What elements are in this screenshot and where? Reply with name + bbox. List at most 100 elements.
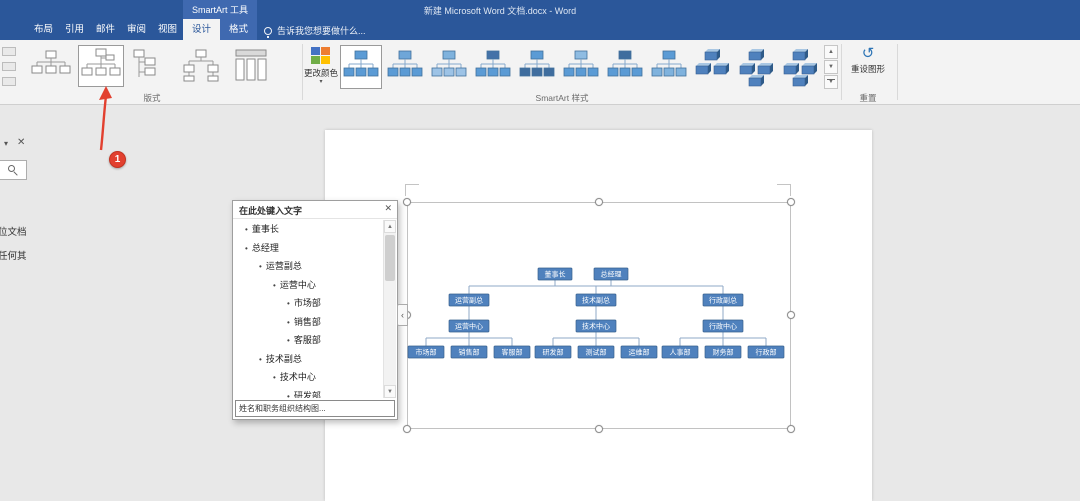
text-pane-close-icon[interactable]: ✕	[384, 203, 392, 214]
text-pane-item-label: 客服部	[293, 335, 321, 345]
reset-icon: ↺	[861, 45, 875, 62]
reset-graphic-button[interactable]: ↺ 重设图形	[845, 44, 891, 94]
text-pane-item[interactable]: • 客服部	[233, 331, 382, 350]
selection-handle[interactable]	[595, 425, 603, 433]
bullet-icon: •	[273, 373, 276, 382]
ribbon-contextual-tabs: 设计 格式	[183, 19, 257, 40]
text-pane-footer: 姓名和职务组织结构图...	[235, 400, 395, 417]
layouts-group-label: 版式	[143, 93, 161, 103]
selection-handle[interactable]	[787, 425, 795, 433]
tab-格式[interactable]: 格式	[220, 19, 257, 40]
smartart-style-option-3[interactable]	[428, 45, 470, 89]
smartart-style-option-1[interactable]	[340, 45, 382, 89]
ribbon: 版式 更改颜色 ▾ ▲ ▼ ▼ SmartArt 样式 ↺ 重设图形 重置	[0, 40, 1080, 105]
reset-group-label: 重置	[859, 93, 877, 103]
text-pane-item[interactable]: • 董事长	[233, 220, 382, 239]
titlebar: SmartArt 工具 新建 Microsoft Word 文档.docx - …	[0, 0, 1080, 40]
dropdown-icon: ▾	[319, 79, 323, 85]
text-pane-item-label: 运营中心	[279, 279, 316, 290]
selection-handle[interactable]	[787, 311, 795, 319]
tab-引用[interactable]: 引用	[59, 19, 90, 40]
smartart-style-option-6[interactable]	[560, 45, 602, 89]
nav-search-box[interactable]	[0, 160, 27, 180]
text-pane-item[interactable]: • 技术中心	[233, 368, 382, 387]
smartart-style-option-8[interactable]	[648, 45, 690, 89]
org-node-label: 运营副总	[455, 296, 483, 305]
org-node-label: 董事长	[545, 270, 566, 279]
group-divider	[302, 44, 303, 100]
selection-handle[interactable]	[595, 198, 603, 206]
gallery-up-button[interactable]: ▲	[824, 45, 838, 59]
org-node-label: 人事部	[670, 348, 691, 357]
org-node-label: 市场部	[416, 348, 437, 357]
bullet-icon: •	[245, 243, 248, 253]
layout-option-3[interactable]	[128, 45, 174, 87]
selection-handle[interactable]	[403, 425, 411, 433]
styles-group-label: SmartArt 样式	[535, 93, 589, 103]
ribbon-main-tabs: 布局 引用 邮件 审阅 视图	[28, 19, 183, 40]
text-pane-item[interactable]: • 运营副总	[233, 257, 382, 276]
selection-handle[interactable]	[403, 198, 411, 206]
smartart-style-option-10[interactable]	[736, 45, 778, 89]
bullet-icon: •	[259, 262, 262, 271]
gallery-more-button[interactable]: ▼	[824, 75, 838, 89]
scroll-up-icon[interactable]: ▲	[384, 220, 396, 233]
layout-option-5[interactable]	[228, 45, 274, 87]
text-pane-item[interactable]: • 总经理	[233, 239, 382, 258]
bullet-icon: •	[287, 391, 290, 399]
layout-option-2[interactable]	[78, 45, 124, 87]
scrollbar-thumb[interactable]	[385, 235, 395, 281]
smartart-style-option-2[interactable]	[384, 45, 426, 89]
gallery-down-button[interactable]: ▼	[824, 60, 838, 74]
scroll-down-icon[interactable]: ▼	[384, 385, 396, 398]
bullet-icon: •	[287, 299, 290, 308]
nav-text-fragment: 位文档	[0, 227, 27, 238]
tab-邮件[interactable]: 邮件	[90, 19, 121, 40]
tab-视图[interactable]: 视图	[152, 19, 183, 40]
nav-text-fragment: 任何其	[0, 251, 27, 262]
group-divider	[841, 44, 842, 100]
annotation-step-badge: 1	[109, 151, 126, 168]
text-pane-item-label: 运营副总	[265, 261, 302, 271]
text-pane-list: • 董事长 • 总经理 • 运营副总 • 运营中心 • 市场部 • 销售部 • 客服部 • 技术副总 • 技术中心…	[233, 220, 382, 398]
text-pane-item[interactable]: • 市场部	[233, 294, 382, 313]
smartart-style-option-11[interactable]	[780, 45, 822, 89]
layout-option-1[interactable]	[28, 45, 74, 87]
text-pane-item-label: 技术副总	[265, 353, 302, 364]
smartart-style-option-5[interactable]	[516, 45, 558, 89]
group-divider	[897, 44, 898, 100]
org-node-label: 行政副总	[709, 296, 737, 305]
text-pane-item[interactable]: • 运营中心	[233, 276, 382, 295]
text-pane-toggle[interactable]: ‹	[397, 304, 408, 326]
tab-设计[interactable]: 设计	[183, 19, 220, 40]
text-pane-item[interactable]: • 销售部	[233, 313, 382, 332]
text-pane-scrollbar[interactable]: ▲ ▼	[383, 220, 396, 398]
layout-option-4[interactable]	[178, 45, 224, 87]
tab-审阅[interactable]: 审阅	[121, 19, 152, 40]
nav-dropdown-icon[interactable]: ▾	[4, 139, 8, 148]
nav-close-icon[interactable]: ✕	[17, 137, 25, 148]
annotation-arrow	[99, 86, 112, 151]
org-node-label: 行政中心	[709, 322, 737, 331]
tell-me-label: 告诉我您想要做什么...	[277, 26, 366, 36]
smartart-style-option-9[interactable]	[692, 45, 734, 89]
smartart-style-option-7[interactable]	[604, 45, 646, 89]
bullet-icon: •	[287, 317, 290, 327]
text-pane-item[interactable]: • 研发部	[233, 387, 382, 399]
org-node-label: 财务部	[713, 348, 734, 357]
org-node-label: 运营中心	[455, 322, 483, 331]
smartart-style-option-4[interactable]	[472, 45, 514, 89]
layouts-gallery	[28, 45, 274, 87]
text-pane-item-label: 董事长	[251, 224, 279, 234]
selection-handle[interactable]	[787, 198, 795, 206]
org-node-label: 测试部	[586, 348, 607, 357]
text-pane-item[interactable]: • 技术副总	[233, 350, 382, 369]
org-node-label: 研发部	[543, 348, 564, 357]
word-window: SmartArt 工具 新建 Microsoft Word 文档.docx - …	[0, 0, 1080, 501]
tab-布局[interactable]: 布局	[28, 19, 59, 40]
text-pane-item-label: 总经理	[251, 242, 279, 253]
text-pane-title: 在此处键入文字	[239, 206, 303, 216]
smartart-canvas[interactable]: 董事长 总经理运营副总运营中心市场部 销售部 客服部 技术副总技术中心研发部 测试部 运维部…	[407, 202, 791, 429]
tell-me-box[interactable]: 告诉我您想要做什么...	[264, 24, 366, 38]
margin-corner-mark	[405, 184, 419, 196]
